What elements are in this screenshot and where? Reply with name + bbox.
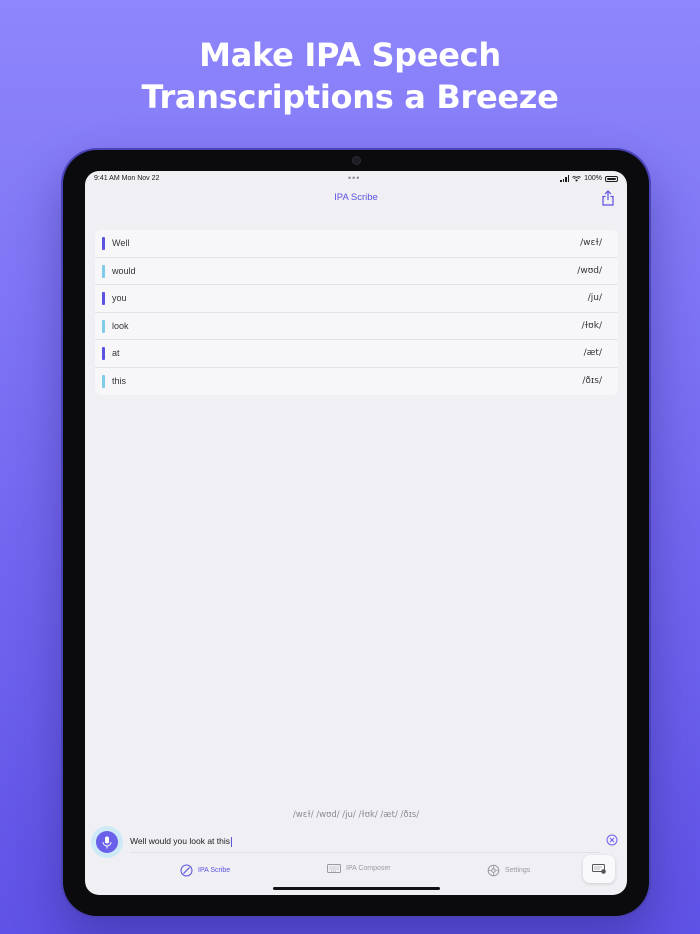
word-text: would xyxy=(112,265,136,276)
pencil-circle-icon xyxy=(180,864,193,877)
ipa-preview: /wɛɫ/ /wʊd/ /ju/ /ɫʊk/ /æt/ /ðɪs/ xyxy=(292,810,420,820)
color-marker xyxy=(102,237,105,250)
tab-label: Settings xyxy=(505,867,531,874)
ipad-device: 9:41 AM Mon Nov 22 ••• 100% IPA Scribe W… xyxy=(63,150,649,916)
ipa-text: /ðɪs/ xyxy=(582,375,602,386)
word-text: at xyxy=(112,348,120,358)
ipa-text: /wɛɫ/ xyxy=(580,238,602,248)
text-input[interactable]: Well would you look at this xyxy=(130,831,600,853)
list-item[interactable]: would /wʊd/ xyxy=(95,258,618,285)
color-marker xyxy=(102,347,105,360)
tab-bar: IPA Scribe IPA Composer Settings xyxy=(85,864,627,886)
tab-ipa-composer[interactable]: IPA Composer xyxy=(327,864,391,873)
tab-ipa-scribe[interactable]: IPA Scribe xyxy=(180,864,230,877)
keyboard-icon xyxy=(327,864,341,873)
keyboard-dismiss-icon xyxy=(592,864,606,874)
signal-icon xyxy=(560,175,570,182)
color-marker xyxy=(102,264,105,278)
list-item[interactable]: you /ju/ xyxy=(95,285,618,313)
color-marker xyxy=(102,292,105,305)
list-item[interactable]: this /ðɪs/ xyxy=(95,368,618,396)
ipa-text: /wʊd/ xyxy=(577,265,602,276)
text-input-value: Well would you look at this xyxy=(130,836,231,846)
microphone-icon xyxy=(102,836,112,848)
ipa-text: /ɫʊk/ xyxy=(581,320,602,331)
multitasking-dots[interactable]: ••• xyxy=(348,173,360,183)
list-item[interactable]: look /ɫʊk/ xyxy=(95,313,618,340)
nav-title: IPA Scribe xyxy=(334,192,378,203)
mic-button[interactable] xyxy=(96,831,118,853)
battery-icon xyxy=(605,175,618,182)
camera-icon xyxy=(352,156,361,165)
share-icon[interactable] xyxy=(601,190,615,206)
wifi-icon xyxy=(572,175,581,182)
home-indicator xyxy=(273,887,440,890)
word-text: you xyxy=(112,293,127,303)
tab-label: IPA Composer xyxy=(346,865,391,872)
color-marker xyxy=(102,319,105,333)
ipa-text: /æt/ xyxy=(583,348,602,358)
list-item[interactable]: at /æt/ xyxy=(95,340,618,368)
word-text: look xyxy=(112,320,129,331)
list-item[interactable]: Well /wɛɫ/ xyxy=(95,230,618,258)
gear-icon xyxy=(487,864,500,877)
ipa-text: /ju/ xyxy=(587,293,602,303)
status-time: 9:41 AM Mon Nov 22 xyxy=(94,175,160,182)
clear-icon[interactable] xyxy=(606,834,618,846)
tab-label: IPA Scribe xyxy=(198,867,231,874)
battery-percent: 100% xyxy=(584,175,602,182)
headline: Make IPA Speech Transcriptions a Breeze xyxy=(0,34,700,118)
color-marker xyxy=(102,374,105,388)
status-bar: 9:41 AM Mon Nov 22 ••• 100% xyxy=(85,173,627,187)
app-screen: 9:41 AM Mon Nov 22 ••• 100% IPA Scribe W… xyxy=(85,171,627,895)
transcription-list: Well /wɛɫ/ would /wʊd/ you /ju/ look /ɫʊ… xyxy=(95,230,618,395)
text-caret xyxy=(231,836,233,847)
word-text: Well xyxy=(112,238,130,248)
headline-line-1: Make IPA Speech xyxy=(199,36,501,74)
keyboard-toggle-button[interactable] xyxy=(583,855,615,883)
headline-line-2: Transcriptions a Breeze xyxy=(141,78,559,116)
tab-settings[interactable]: Settings xyxy=(487,864,530,877)
word-text: this xyxy=(112,375,127,386)
